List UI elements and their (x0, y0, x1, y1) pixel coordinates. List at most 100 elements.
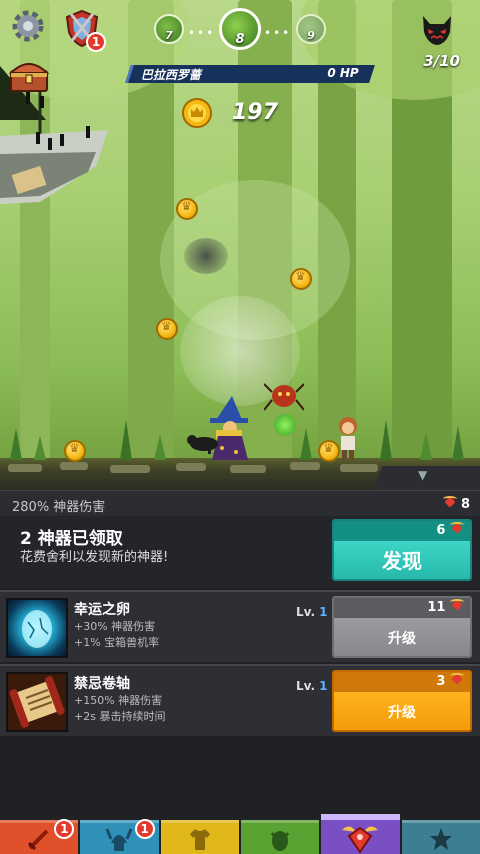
scroll-icon (9, 676, 65, 728)
ground-stone (230, 465, 266, 473)
notification-badge: 1 (86, 32, 106, 52)
artifact-row-lucky-egg: 幸运之卵 +30% 神器伤害 +1% 宝箱兽机率 Lv. 1 11 升级 (0, 590, 480, 662)
sword-icon (28, 829, 49, 850)
upgrade-cost: 11 (334, 598, 470, 618)
artifact-effect: +2s 暴击持续时间 (74, 710, 166, 723)
upgrade-button-forbidden-scroll[interactable]: 3 升级 (332, 670, 472, 732)
tab-heroes[interactable]: 1 (0, 819, 79, 854)
tab-equipment[interactable] (160, 820, 239, 854)
ground-stone (60, 462, 88, 470)
upgrade-label: 升级 (334, 692, 470, 730)
dragon-egg-icon (270, 830, 290, 851)
artifact-effect: +30% 神器伤害 (74, 620, 156, 633)
poison-effect (274, 414, 296, 436)
discover-hint: 花费舍利以发现新的神器! (20, 550, 169, 565)
artifact-effect: +150% 神器伤害 (74, 694, 163, 707)
cost-value: 3 (436, 674, 446, 689)
winged-relic-icon (342, 826, 379, 854)
notification-badge: 1 (54, 819, 75, 839)
artifact-name: 禁忌卷轴 (74, 676, 130, 692)
shield-button[interactable]: 1 (60, 6, 106, 52)
level-label: Lv. (296, 679, 316, 693)
tab-pets[interactable] (240, 820, 320, 854)
winged-relic-icon (442, 496, 457, 508)
gear-icon (12, 10, 44, 42)
discover-artifact-row: 2 神器已领取 花费舍利以发现新的神器! 6 发现 (0, 516, 480, 588)
winged-relic-icon (450, 673, 464, 685)
viking-helmet-icon (106, 827, 133, 851)
gold-coin[interactable] (318, 440, 340, 462)
artifact-row-forbidden-scroll: 禁忌卷轴 +150% 神器伤害 +2s 暴击持续时间 Lv. 1 3 升级 (0, 664, 480, 736)
tab-artifacts[interactable] (321, 814, 400, 854)
ground-stone (110, 465, 150, 473)
cost-value: 6 (436, 523, 446, 538)
stage-number: 7 (165, 29, 173, 42)
ground-stone (340, 464, 378, 472)
artifact-level: Lv. 1 (296, 679, 327, 693)
ground-stone (8, 464, 42, 472)
fern (154, 434, 166, 460)
fern (420, 432, 432, 460)
fern (380, 420, 392, 460)
upgrade-cost: 3 (334, 672, 470, 692)
treasure-chest-icon (9, 63, 49, 92)
egg-icon (22, 610, 52, 648)
gold-amount: 197 (232, 100, 278, 125)
fern (300, 428, 312, 460)
battle-scene[interactable]: 1 ••• ••• 7 8 9 3/10 巴拉西罗蔷 0 H (0, 0, 480, 490)
enemy-hp-value: 0 HP (326, 66, 359, 80)
tab-clan[interactable]: 1 (80, 819, 159, 854)
stage-current: 8 (219, 8, 261, 50)
enemy-hp-bar: 巴拉西罗蔷 0 HP (125, 65, 375, 83)
crown-coin-icon (182, 98, 212, 128)
fern (10, 428, 22, 460)
upgrade-button-lucky-egg[interactable]: 11 升级 (332, 596, 472, 658)
stage-previous: 7 (154, 14, 184, 44)
level-label: Lv. (296, 605, 316, 619)
game-screen: 1 ••• ••• 7 8 9 3/10 巴拉西罗蔷 0 H (0, 0, 480, 854)
treasure-chest-button[interactable] (8, 58, 50, 94)
ground-stone (176, 463, 206, 471)
stage-connector: ••• (188, 26, 216, 40)
winged-relic-icon (450, 599, 464, 611)
artifact-list-empty-space (0, 736, 480, 820)
star-icon (429, 827, 452, 850)
enemy-name: 巴拉西罗蔷 (140, 68, 201, 82)
cost-value: 11 (427, 600, 446, 615)
demon-face-icon (423, 16, 451, 45)
relics-value: 8 (460, 497, 470, 512)
lucky-egg-image (6, 598, 68, 658)
fern (34, 436, 46, 460)
panel-collapse-handle[interactable]: ▼ (372, 466, 480, 490)
artifact-name: 幸运之卵 (74, 602, 130, 618)
settings-button[interactable] (8, 6, 48, 46)
artifact-stats-bar: 280% 神器伤害 8 (0, 490, 480, 516)
discover-cost: 6 (334, 521, 470, 541)
upgrade-label: 升级 (334, 618, 470, 656)
boss-fight-button[interactable] (420, 14, 454, 46)
stage-number: 8 (235, 32, 245, 47)
tab-shop[interactable] (401, 820, 480, 854)
black-cat (187, 435, 218, 454)
gold-coin[interactable] (156, 318, 178, 340)
discover-button-label: 发现 (334, 541, 470, 579)
level-value: 1 (319, 605, 328, 619)
gold-coin[interactable] (64, 440, 86, 462)
winged-relic-icon (450, 522, 464, 534)
spider-enemy[interactable] (264, 378, 304, 414)
stage-connector: ••• (264, 26, 292, 40)
notification-badge: 1 (134, 819, 155, 839)
discover-button[interactable]: 6 发现 (332, 519, 472, 581)
forbidden-scroll-image (6, 672, 68, 732)
shirt-icon (189, 828, 210, 850)
wave-counter: 3/10 (423, 52, 460, 70)
artifact-effect: +1% 宝箱兽机率 (74, 636, 160, 649)
gold-coin[interactable] (290, 268, 312, 290)
dark-smoke (184, 238, 228, 274)
artifact-damage-stat: 280% 神器伤害 (12, 500, 106, 515)
gold-coin[interactable] (176, 198, 198, 220)
level-value: 1 (319, 679, 328, 693)
fern (120, 420, 132, 460)
chevron-down-icon: ▼ (418, 468, 428, 482)
stage-next: 9 (296, 14, 326, 44)
